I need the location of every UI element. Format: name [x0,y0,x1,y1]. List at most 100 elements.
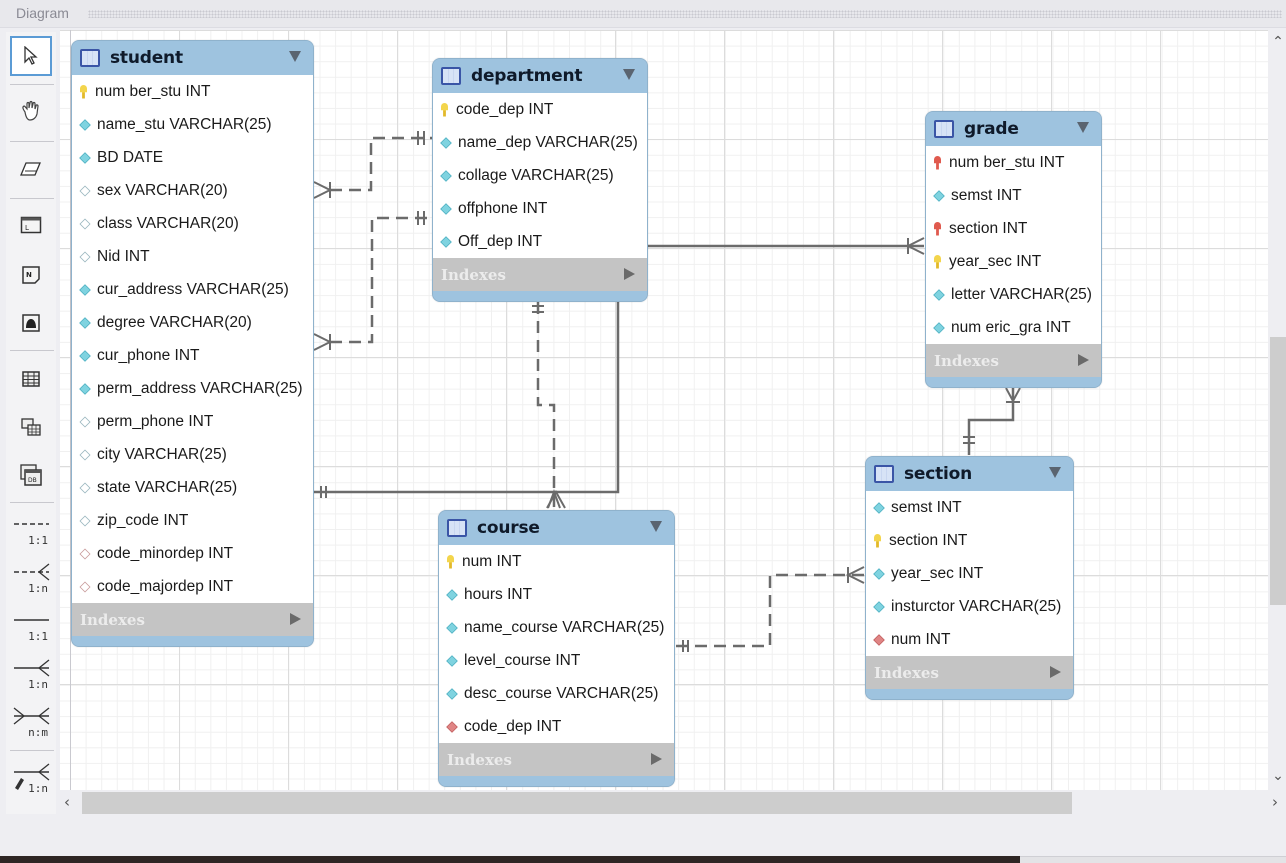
column-row[interactable]: offphone INT [433,192,647,225]
column-row[interactable]: class VARCHAR(20) [72,207,313,240]
column-text: degree VARCHAR(20) [97,313,252,331]
column-row[interactable]: desc_course VARCHAR(25) [439,677,674,710]
expand-arrow-icon[interactable] [651,753,662,765]
rel-1-n-identifying[interactable]: 1:n [10,654,52,692]
column-row[interactable]: collage VARCHAR(25) [433,159,647,192]
horizontal-scrollbar[interactable]: ‹ › [60,790,1286,814]
rel-n-m-identifying[interactable]: n:m [10,702,52,740]
collapse-toggle-icon[interactable] [289,51,301,62]
column-row[interactable]: code_dep INT [433,93,647,126]
column-text: semst INT [951,186,1022,204]
note-tool[interactable]: N [10,256,52,294]
table-footer [866,689,1073,699]
rel-1-1-identifying[interactable]: 1:1 [10,606,52,644]
rel-1-n-existing-columns[interactable]: 1:n [10,758,52,796]
indexes-section[interactable]: Indexes [866,656,1073,689]
column-row[interactable]: semst INT [866,491,1073,524]
collapse-toggle-icon[interactable] [623,69,635,80]
scroll-down-icon[interactable]: ⌄ [1271,768,1285,784]
view-tool[interactable] [10,408,52,446]
scroll-up-icon[interactable]: ⌃ [1271,34,1285,50]
rel-1-1-non-identifying[interactable]: 1:1 [10,510,52,548]
scroll-left-icon[interactable]: ‹ [64,793,70,811]
column-text: name_stu VARCHAR(25) [97,115,272,133]
column-row[interactable]: level_course INT [439,644,674,677]
indexes-section[interactable]: Indexes [439,743,674,776]
column-row[interactable]: num INT [439,545,674,578]
column-row[interactable]: code_dep INT [439,710,674,743]
column-row[interactable]: name_course VARCHAR(25) [439,611,674,644]
indexes-section[interactable]: Indexes [926,344,1101,377]
vertical-scroll-thumb[interactable] [1270,337,1286,605]
column-row[interactable]: perm_address VARCHAR(25) [72,372,313,405]
column-row[interactable]: num INT [866,623,1073,656]
column-row[interactable]: perm_phone INT [72,405,313,438]
column-row[interactable]: num eric_gra INT [926,311,1101,344]
foreign-key-icon [873,633,885,646]
column-text: section INT [949,219,1028,237]
column-row[interactable]: state VARCHAR(25) [72,471,313,504]
column-row[interactable]: year_sec INT [926,245,1101,278]
column-row[interactable]: insturctor VARCHAR(25) [866,590,1073,623]
column-row[interactable]: code_minordep INT [72,537,313,570]
table-grade[interactable]: grade num ber_stu INT semst INT section IN… [925,111,1102,388]
column-text: perm_address VARCHAR(25) [97,379,303,397]
header-grip[interactable] [88,10,1282,18]
column-row[interactable]: section INT [926,212,1101,245]
table-student[interactable]: student num ber_stu INT name_stu VARCHAR(… [71,40,314,647]
table-department[interactable]: department code_dep INT name_dep VARCHAR(… [432,58,648,302]
horizontal-scroll-thumb[interactable] [82,792,1072,814]
table-header[interactable]: department [433,59,647,93]
image-tool[interactable] [10,304,52,342]
column-row[interactable]: semst INT [926,179,1101,212]
column-row[interactable]: city VARCHAR(25) [72,438,313,471]
collapse-toggle-icon[interactable] [1077,122,1089,133]
expand-arrow-icon[interactable] [1050,666,1061,678]
column-row[interactable]: year_sec INT [866,557,1073,590]
column-row[interactable]: degree VARCHAR(20) [72,306,313,339]
column-row[interactable]: code_majordep INT [72,570,313,603]
collapse-toggle-icon[interactable] [1049,467,1061,478]
table-header[interactable]: course [439,511,674,545]
column-text: Off_dep INT [458,232,543,250]
collapse-toggle-icon[interactable] [650,521,662,532]
indexes-section[interactable]: Indexes [72,603,313,636]
expand-arrow-icon[interactable] [290,613,301,625]
column-row[interactable]: name_stu VARCHAR(25) [72,108,313,141]
column-row[interactable]: letter VARCHAR(25) [926,278,1101,311]
column-text: code_dep INT [464,717,562,735]
column-row[interactable]: num ber_stu INT [72,75,313,108]
column-text: collage VARCHAR(25) [458,166,614,184]
column-row[interactable]: zip_code INT [72,504,313,537]
hand-tool[interactable] [10,92,52,130]
column-row[interactable]: BD DATE [72,141,313,174]
vertical-scrollbar[interactable]: ⌃ ⌄ [1268,30,1286,790]
table-header[interactable]: student [72,41,313,75]
indexes-section[interactable]: Indexes [433,258,647,291]
column-row[interactable]: num ber_stu INT [926,146,1101,179]
column-text: code_minordep INT [97,544,234,562]
column-row[interactable]: cur_phone INT [72,339,313,372]
scroll-right-icon[interactable]: › [1272,793,1278,811]
column-row[interactable]: sex VARCHAR(20) [72,174,313,207]
expand-arrow-icon[interactable] [624,268,635,280]
rel-1-n-non-identifying[interactable]: 1:n [10,558,52,596]
table-header[interactable]: section [866,457,1073,491]
table-name: section [904,464,973,484]
column-row[interactable]: Nid INT [72,240,313,273]
table-header[interactable]: grade [926,112,1101,146]
table-course[interactable]: course num INT hours INT name_course VARCH… [438,510,675,787]
column-row[interactable]: cur_address VARCHAR(25) [72,273,313,306]
column-text: num eric_gra INT [951,318,1071,336]
table-section[interactable]: section semst INT section INT year_sec INT… [865,456,1074,700]
layer-tool[interactable]: L [10,206,52,244]
column-row[interactable]: Off_dep INT [433,225,647,258]
eraser-tool[interactable] [10,150,52,188]
expand-arrow-icon[interactable] [1078,354,1089,366]
routine-group-tool[interactable]: DB [10,456,52,494]
column-row[interactable]: section INT [866,524,1073,557]
select-tool[interactable] [10,36,52,76]
column-row[interactable]: hours INT [439,578,674,611]
table-tool[interactable] [10,360,52,398]
column-row[interactable]: name_dep VARCHAR(25) [433,126,647,159]
